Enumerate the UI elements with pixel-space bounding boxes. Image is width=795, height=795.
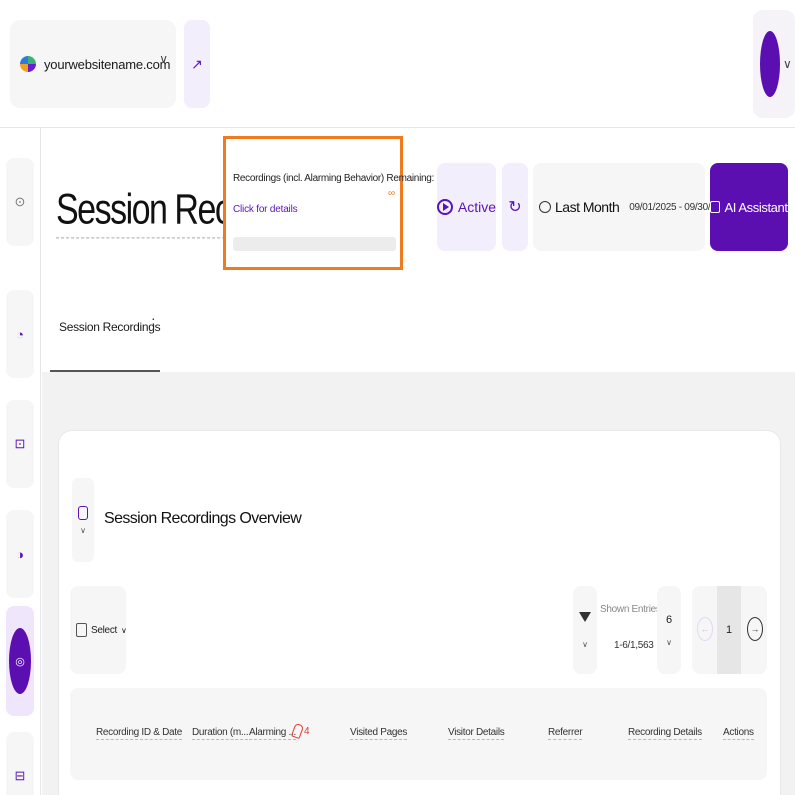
quota-progress-bar bbox=[233, 237, 396, 251]
chevron-down-icon: ∨ bbox=[80, 525, 86, 535]
sidebar-expand-button[interactable]: ⊙ bbox=[6, 158, 34, 246]
previous-page-button[interactable]: ← bbox=[697, 617, 713, 641]
chevron-down-icon: ∨ bbox=[121, 625, 127, 635]
column-visitor-details[interactable]: Visitor Details bbox=[448, 727, 505, 740]
sidebar-item-ecommerce[interactable]: ⊡ bbox=[6, 400, 34, 488]
tab-options-icon[interactable]: · · · bbox=[151, 311, 156, 335]
chevron-down-icon: ∨ bbox=[783, 57, 792, 71]
shopping-bag-icon: ⊡ bbox=[14, 436, 26, 451]
ai-assistant-label: AI Assistant bbox=[724, 199, 788, 215]
arrow-right-icon: → bbox=[750, 624, 760, 634]
clock-icon bbox=[539, 201, 551, 213]
status-label: Active bbox=[457, 199, 496, 215]
sidebar-item-ai-assistant[interactable]: ⊟ bbox=[6, 732, 34, 795]
card-title: Session Recordings Overview bbox=[104, 510, 302, 527]
filter-button[interactable]: ∨ bbox=[573, 586, 597, 674]
alarming-badge: 4 bbox=[290, 722, 310, 740]
per-page-value: 6 bbox=[665, 613, 673, 626]
table-header: Recording ID & Date Duration (m... Alarm… bbox=[70, 688, 767, 780]
pie-chart-icon: ◔ bbox=[16, 326, 24, 342]
table-icon bbox=[78, 505, 88, 520]
ai-assistant-button[interactable]: AI Assistant bbox=[710, 163, 788, 251]
website-favicon-icon bbox=[20, 56, 36, 72]
column-recording-details[interactable]: Recording Details bbox=[628, 727, 702, 740]
tab-label: Session Recordings bbox=[59, 320, 161, 334]
sidebar-item-session-recordings[interactable]: ◎ bbox=[6, 606, 34, 716]
arrow-right-circle-icon: ⊙ bbox=[14, 194, 26, 209]
column-alarming[interactable]: Alarming ... bbox=[249, 727, 296, 740]
open-website-button[interactable]: ↗ bbox=[184, 20, 210, 108]
select-all-checkbox[interactable] bbox=[76, 623, 87, 637]
quota-label: Recordings (incl. Alarming Behavior) Rem… bbox=[233, 173, 434, 184]
alarming-count: 4 bbox=[304, 725, 310, 737]
chat-bot-icon bbox=[710, 201, 721, 213]
sidebar-item-behavior[interactable]: ◑ bbox=[6, 510, 34, 598]
recordings-quota-panel: Recordings (incl. Alarming Behavior) Rem… bbox=[223, 136, 434, 270]
column-duration[interactable]: Duration (m... bbox=[192, 727, 249, 740]
period-label: Last Month bbox=[555, 199, 620, 215]
chevron-down-icon: ∨ bbox=[666, 637, 672, 647]
select-all-dropdown[interactable]: Select ∨ bbox=[70, 586, 127, 674]
column-referrer[interactable]: Referrer bbox=[548, 727, 583, 740]
filter-icon bbox=[579, 611, 591, 622]
quota-details-link[interactable]: Click for details bbox=[233, 204, 298, 215]
column-actions[interactable]: Actions bbox=[723, 727, 754, 740]
date-range-picker[interactable]: Last Month 09/01/2025 - 09/30/2025 ∨ bbox=[533, 163, 739, 251]
refresh-icon: ↻ bbox=[508, 199, 522, 216]
next-page-button[interactable]: → bbox=[747, 617, 763, 641]
current-page[interactable]: 1 bbox=[717, 586, 741, 674]
select-label: Select bbox=[91, 624, 117, 636]
column-recording-id[interactable]: Recording ID & Date bbox=[96, 727, 182, 740]
refresh-button[interactable]: ↻ bbox=[502, 163, 528, 251]
shown-entries-range: 1-6/1,563 bbox=[614, 640, 654, 651]
chat-bot-icon: ⊟ bbox=[14, 768, 26, 783]
recording-status-button[interactable]: Active bbox=[437, 163, 496, 251]
quota-value: ∞ bbox=[388, 188, 396, 199]
column-visited-pages[interactable]: Visited Pages bbox=[350, 727, 407, 740]
recording-icon: ◎ bbox=[9, 628, 31, 694]
website-selector[interactable]: yourwebsitename.com ∨ bbox=[10, 20, 176, 108]
play-icon bbox=[437, 199, 453, 215]
bug-icon bbox=[290, 722, 305, 740]
shown-entries-label: Shown Entries bbox=[600, 604, 661, 615]
avatar[interactable] bbox=[760, 31, 780, 97]
sidebar-item-analytics[interactable]: ◔ bbox=[6, 290, 34, 378]
card-collapse-button[interactable]: ∨ bbox=[72, 478, 94, 562]
website-name: yourwebsitename.com bbox=[44, 56, 171, 72]
entries-per-page-select[interactable]: 6 ∨ bbox=[657, 586, 681, 674]
chevron-down-icon: ∨ bbox=[159, 52, 168, 66]
top-bar: yourwebsitename.com ∨ ↗ ∨ bbox=[0, 0, 795, 128]
cursor-icon: ◑ bbox=[16, 546, 24, 562]
tab-session-recordings[interactable]: Session Recordings bbox=[50, 282, 161, 372]
sidebar: ⊙ ◔ ⊡ ◑ ◎ ⊟ bbox=[0, 128, 41, 795]
arrow-left-icon: ← bbox=[700, 624, 710, 634]
chevron-down-icon: ∨ bbox=[582, 639, 588, 649]
external-link-icon: ↗ bbox=[191, 55, 203, 72]
